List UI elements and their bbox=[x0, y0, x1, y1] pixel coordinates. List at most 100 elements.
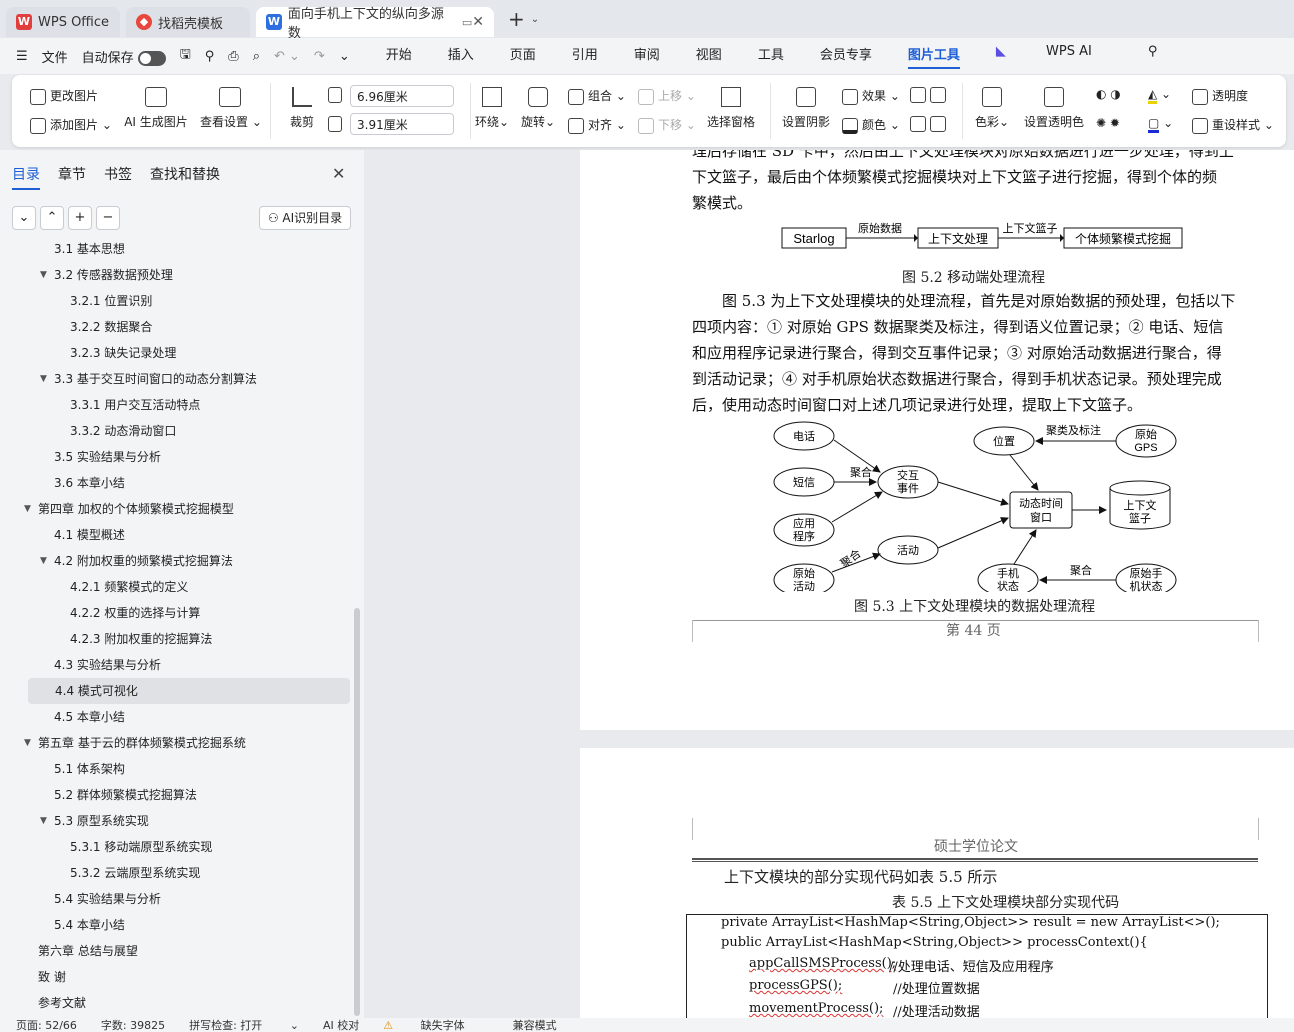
menu-tab-view[interactable]: 视图 bbox=[696, 44, 722, 69]
share-icon[interactable]: ⚲ bbox=[205, 49, 215, 64]
menu-tab-review[interactable]: 审阅 bbox=[634, 44, 660, 69]
ai-generate-image-button[interactable]: AI 生成图片 bbox=[124, 87, 188, 130]
transparency-button[interactable]: 透明度 bbox=[1192, 87, 1248, 105]
color-tone-button[interactable]: 色彩⌄ bbox=[974, 87, 1010, 130]
ai-proofread-status[interactable]: AI 校对 bbox=[323, 1018, 359, 1032]
toc-item[interactable]: 3.3.1 用户交互活动特点 bbox=[70, 392, 200, 418]
height-input[interactable]: 3.91厘米 bbox=[350, 113, 454, 135]
toc-item[interactable]: 5.1 体系架构 bbox=[54, 756, 125, 782]
sidebar-scrollbar[interactable] bbox=[354, 608, 360, 1016]
transparent-color-button[interactable]: 设置透明色 bbox=[1022, 87, 1086, 130]
toc-item[interactable]: 第四章 加权的个体频繁模式挖掘模型 bbox=[38, 496, 234, 522]
shadow-button[interactable]: 设置阴影 bbox=[780, 87, 832, 130]
missing-font-status[interactable]: ⚠ 缺失字体 bbox=[383, 1018, 488, 1032]
expand-triangle-icon[interactable]: ▼ bbox=[24, 504, 31, 514]
tab-template[interactable]: ◆ 找稻壳模板 bbox=[126, 7, 250, 37]
add-image-button[interactable]: 添加图片 ⌄ bbox=[30, 116, 112, 134]
hamburger-menu-icon[interactable]: ☰ bbox=[16, 49, 28, 64]
toggle-switch[interactable] bbox=[137, 50, 166, 66]
expand-triangle-icon[interactable]: ▼ bbox=[40, 374, 47, 384]
menu-tab-home[interactable]: 开始 bbox=[386, 44, 412, 69]
autosave-toggle[interactable]: 自动保存 bbox=[82, 47, 166, 66]
expand-triangle-icon[interactable]: ▼ bbox=[24, 738, 31, 748]
shadow-color-icon[interactable] bbox=[910, 116, 950, 132]
collapse-up-button[interactable]: ⌃ bbox=[40, 206, 64, 230]
width-input[interactable]: 6.96厘米 bbox=[350, 85, 454, 107]
toc-item[interactable]: 第五章 基于云的群体频繁模式挖掘系统 bbox=[38, 730, 246, 756]
brightness-up-icon[interactable]: ◐ ◑ bbox=[1096, 87, 1121, 101]
ai-toc-button[interactable]: ⚇ AI识别目录 bbox=[259, 206, 351, 230]
menu-tab-picture-tools[interactable]: 图片工具 bbox=[907, 44, 960, 69]
toc-item[interactable]: 3.6 本章小结 bbox=[54, 470, 125, 496]
expand-triangle-icon[interactable]: ▼ bbox=[40, 270, 47, 280]
add-heading-button[interactable]: + bbox=[68, 206, 92, 230]
toc-item[interactable]: 第六章 总结与展望 bbox=[38, 938, 138, 964]
align-button[interactable]: 对齐 ⌄ bbox=[568, 116, 626, 134]
menu-tab-member[interactable]: 会员专享 bbox=[820, 44, 872, 69]
remove-heading-button[interactable]: − bbox=[96, 206, 120, 230]
effect-button[interactable]: 效果 ⌄ bbox=[842, 87, 900, 105]
menu-tab-reference[interactable]: 引用 bbox=[572, 44, 598, 69]
contrast-icon[interactable]: ✺ ✹ bbox=[1096, 116, 1120, 130]
group-button[interactable]: 组合 ⌄ bbox=[568, 87, 626, 105]
toc-item[interactable]: 3.1 基本思想 bbox=[54, 236, 125, 262]
menu-tab-wps-ai[interactable]: ◣ WPS AI bbox=[996, 44, 1128, 69]
menu-tab-insert[interactable]: 插入 bbox=[448, 44, 474, 69]
outline-color-icon[interactable]: ▢ ⌄ bbox=[1148, 116, 1173, 133]
redo-icon[interactable]: ↷ bbox=[314, 49, 325, 64]
toc-item[interactable]: 4.2.1 频繁模式的定义 bbox=[70, 574, 188, 600]
new-tab-icon[interactable]: + bbox=[508, 7, 525, 31]
close-tab-icon[interactable]: ✕ bbox=[472, 14, 484, 30]
reset-style-button[interactable]: 重设样式 ⌄ bbox=[1192, 116, 1274, 134]
save-icon[interactable]: 🖫 bbox=[180, 45, 191, 67]
toc-item[interactable]: 3.5 实验结果与分析 bbox=[54, 444, 161, 470]
collapse-down-button[interactable]: ⌄ bbox=[12, 206, 36, 230]
toc-item[interactable]: 3.3 基于交互时间窗口的动态分割算法 bbox=[54, 366, 257, 392]
toc-item[interactable]: 3.2.1 位置识别 bbox=[70, 288, 152, 314]
search-icon[interactable]: ⚲ bbox=[1148, 44, 1158, 69]
expand-triangle-icon[interactable]: ▼ bbox=[40, 816, 47, 826]
tab-document[interactable]: W 面向手机上下文的纵向多源数 ▭ ✕ bbox=[256, 7, 494, 41]
view-settings-button[interactable]: 查看设置 ⌄ bbox=[200, 87, 262, 130]
chevron-down-icon[interactable]: ⌄ bbox=[531, 14, 539, 25]
menu-tab-page[interactable]: 页面 bbox=[510, 44, 536, 69]
more-chevron-icon[interactable]: ⌄ bbox=[339, 49, 350, 64]
toc-item[interactable]: 4.4 模式可视化 bbox=[28, 678, 350, 704]
spell-check-status[interactable]: 拼写检查: 打开 ⌄ bbox=[189, 1018, 299, 1032]
toc-item[interactable]: 4.5 本章小结 bbox=[54, 704, 125, 730]
menu-tab-tools[interactable]: 工具 bbox=[758, 44, 784, 69]
sidebar-tab-toc[interactable]: 目录 bbox=[12, 164, 40, 190]
toc-item[interactable]: 5.2 群体频繁模式挖掘算法 bbox=[54, 782, 197, 808]
move-up-button[interactable]: 上移 ⌄ bbox=[638, 87, 696, 105]
fill-color-icon[interactable]: ◭ ⌄ bbox=[1148, 87, 1171, 104]
toc-item[interactable]: 4.2.3 附加权重的挖掘算法 bbox=[70, 626, 212, 652]
expand-triangle-icon[interactable]: ▼ bbox=[40, 556, 47, 566]
color-button[interactable]: 颜色 ⌄ bbox=[842, 116, 900, 134]
word-count-status[interactable]: 字数: 39825 bbox=[101, 1018, 165, 1032]
undo-icon[interactable]: ↶ ⌄ bbox=[274, 49, 300, 64]
toc-item[interactable]: 3.2.3 缺失记录处理 bbox=[70, 340, 176, 366]
change-image-button[interactable]: 更改图片 bbox=[30, 87, 98, 105]
toc-item[interactable]: 5.3.2 云端原型系统实现 bbox=[70, 860, 200, 886]
toc-item[interactable]: 4.2.2 权重的选择与计算 bbox=[70, 600, 200, 626]
file-menu[interactable]: 文件 bbox=[42, 47, 68, 66]
shadow-offset-icon[interactable] bbox=[910, 87, 950, 103]
toc-item[interactable]: 3.2 传感器数据预处理 bbox=[54, 262, 173, 288]
toc-item[interactable]: 3.2.2 数据聚合 bbox=[70, 314, 152, 340]
rotate-button[interactable]: 旋转⌄ bbox=[520, 87, 556, 130]
toc-item[interactable]: 参考文献 bbox=[38, 990, 86, 1016]
wrap-button[interactable]: 环绕⌄ bbox=[474, 87, 510, 130]
toc-item[interactable]: 5.4 实验结果与分析 bbox=[54, 886, 161, 912]
toc-item[interactable]: 3.3.2 动态滑动窗口 bbox=[70, 418, 176, 444]
selection-pane-button[interactable]: 选择窗格 bbox=[706, 87, 756, 130]
page-count-status[interactable]: 页面: 52/66 bbox=[16, 1018, 77, 1032]
toc-item[interactable]: 4.3 实验结果与分析 bbox=[54, 652, 161, 678]
toc-item[interactable]: 5.3 原型系统实现 bbox=[54, 808, 149, 834]
crop-button[interactable]: 裁剪 bbox=[288, 87, 316, 130]
toc-item[interactable]: 4.1 模型概述 bbox=[54, 522, 125, 548]
print-preview-icon[interactable]: ⌕ bbox=[253, 49, 260, 64]
print-icon[interactable]: ⎙ bbox=[228, 49, 238, 64]
tab-wps-office[interactable]: W WPS Office bbox=[6, 7, 120, 37]
close-sidebar-icon[interactable]: ✕ bbox=[332, 164, 345, 183]
toc-item[interactable]: 5.3.1 移动端原型系统实现 bbox=[70, 834, 212, 860]
